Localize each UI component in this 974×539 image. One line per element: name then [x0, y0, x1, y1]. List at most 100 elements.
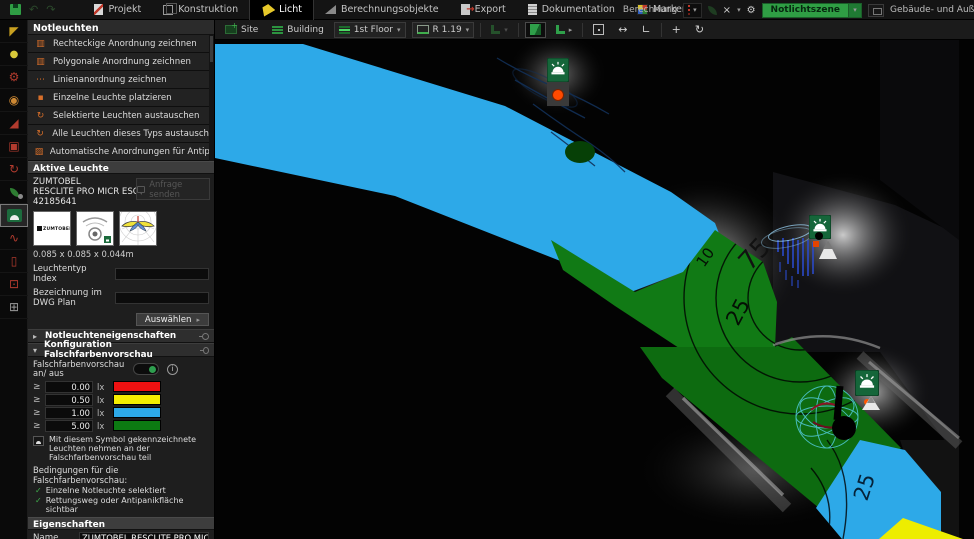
- menu-scrollbar[interactable]: [209, 35, 214, 161]
- zoom-fit-button[interactable]: [589, 22, 608, 38]
- measure-horizontal-button[interactable]: ↔: [614, 22, 631, 38]
- type-index-input[interactable]: [115, 268, 209, 280]
- threshold-value-input[interactable]: 0.50: [45, 394, 93, 406]
- color-swatch-blue[interactable]: [113, 407, 161, 418]
- check-icon: ✓: [35, 496, 42, 514]
- info-icon[interactable]: i: [167, 364, 178, 375]
- toggle-knob: [149, 366, 156, 373]
- leaf-icon: [10, 188, 19, 197]
- dwg-name-label: Bezeichnung im DWG Plan: [33, 288, 111, 308]
- calculation-mode-button[interactable]: ▾: [683, 3, 702, 18]
- color-circles-tool-icon[interactable]: ◉: [0, 89, 28, 112]
- threshold-value-input[interactable]: 1.00: [45, 407, 93, 419]
- chevron-down-icon[interactable]: ▾: [849, 3, 862, 18]
- pin-icon[interactable]: [203, 347, 209, 354]
- condition-item: Einzelne Notleuchte selektiert: [46, 486, 166, 495]
- adjust-tool-icon[interactable]: ↻: [0, 158, 28, 181]
- auto-arrangement-icon: ▨: [34, 147, 44, 157]
- chevron-down-icon[interactable]: ▾: [737, 6, 741, 14]
- redo-icon[interactable]: ↷: [46, 4, 55, 15]
- menu-item-polygonal-arrangement[interactable]: ▥Polygonale Anordnung zeichnen: [28, 53, 214, 71]
- menu-item-line-arrangement[interactable]: ⋯Linienanordnung zeichnen: [28, 71, 214, 89]
- tab-licht[interactable]: Licht: [249, 0, 314, 20]
- view-options-button[interactable]: [868, 4, 884, 17]
- menu-item-place-single[interactable]: ▪Einzelne Leuchte platzieren: [28, 89, 214, 107]
- wrench-tool-icon[interactable]: ⚙: [0, 66, 28, 89]
- measure-angle-button[interactable]: ∟: [637, 22, 654, 38]
- section-properties: Eigenschaften: [28, 517, 214, 530]
- cancel-calculation-icon[interactable]: ×: [723, 5, 731, 16]
- send-request-button[interactable]: Anfrage senden: [136, 178, 210, 200]
- pin-icon[interactable]: [202, 333, 209, 340]
- refresh-view-button[interactable]: ↻: [691, 22, 708, 38]
- tab-export[interactable]: Export: [450, 0, 517, 20]
- brand-logo-thumbnail[interactable]: ZUMTOBEL: [33, 211, 71, 246]
- color-swatch-red[interactable]: [113, 381, 161, 392]
- menu-item-replace-selected[interactable]: ↻Selektierte Leuchten austauschen: [28, 107, 214, 125]
- plan-view-icon: [556, 25, 565, 34]
- menu-item-auto-antipanic[interactable]: ▨Automatische Anordnungen für Antipanikf…: [28, 143, 214, 161]
- menu-item-rectangular-arrangement[interactable]: ▥Rechteckige Anordnung zeichnen: [28, 35, 214, 53]
- luminaire-dimensions: 0.085 x 0.085 x 0.044m: [28, 248, 214, 262]
- select-luminaire-button[interactable]: Auswählen▸: [136, 313, 209, 326]
- photometric-diagram-thumbnail[interactable]: [119, 211, 157, 246]
- add-button[interactable]: +: [668, 22, 685, 38]
- section-falsecolor-config[interactable]: ▾ Konfiguration Falschfarbenvorschau: [28, 343, 214, 357]
- site-icon: [225, 25, 237, 34]
- ribbon-tabs: Projekt Konstruktion Licht Berechnungsob…: [83, 0, 698, 20]
- cut-tool-icon[interactable]: ◢: [0, 112, 28, 135]
- bulb-tool-icon[interactable]: ●: [0, 43, 28, 66]
- building-button[interactable]: Building: [268, 22, 328, 38]
- emergency-luminaire-icon: [7, 209, 22, 222]
- spotlight-tool-icon[interactable]: ◤: [0, 20, 28, 43]
- viewport-3d-scene[interactable]: 10 75 25 25: [215, 40, 974, 539]
- room-selector[interactable]: R 1.19▾: [412, 22, 475, 38]
- curve-tool-icon[interactable]: ∿: [0, 227, 28, 250]
- view-mode-button-disabled[interactable]: ▾: [487, 22, 512, 38]
- frame-select-tool-icon[interactable]: ⊡: [0, 273, 28, 296]
- name-input[interactable]: ZUMTOBEL RESCLITE PRO MICR ESC E1D WH [S: [79, 532, 209, 539]
- chevron-down-icon: ▾: [693, 6, 697, 14]
- speech-bubble-icon: [137, 186, 145, 193]
- solid-cube-icon: [530, 24, 541, 35]
- site-button[interactable]: Site: [221, 22, 262, 38]
- luminaire-symbol-1[interactable]: [547, 58, 569, 106]
- floor-selector[interactable]: 1st Floor▾: [334, 22, 406, 38]
- column-tool-icon[interactable]: ▯: [0, 250, 28, 273]
- export-icon: [461, 4, 470, 15]
- menu-item-replace-all-of-type[interactable]: ↻Alle Leuchten dieses Typs austauschen: [28, 125, 214, 143]
- color-swatch-yellow[interactable]: [113, 394, 161, 405]
- solid-view-button[interactable]: [525, 22, 546, 38]
- replace-selected-icon: ↻: [34, 111, 47, 121]
- tab-konstruktion[interactable]: Konstruktion: [152, 0, 249, 20]
- scrollbar-thumb[interactable]: [210, 36, 213, 62]
- hierarchy-tool-icon[interactable]: ⊞: [0, 296, 28, 319]
- tab-berechnungsobjekte[interactable]: Berechnungsobjekte: [314, 0, 450, 20]
- undo-icon[interactable]: ↶: [29, 4, 38, 15]
- emergency-lights-panel: Notleuchten ▥Rechteckige Anordnung zeich…: [28, 20, 215, 539]
- color-swatch-green[interactable]: [113, 420, 161, 431]
- falsecolor-note: Mit diesem Symbol gekennzeichnete Leucht…: [49, 435, 209, 462]
- light-scene-button[interactable]: Notlichtszene: [762, 3, 849, 18]
- submenu-arrow-icon: ▸: [569, 26, 573, 34]
- eco-tool-icon[interactable]: [0, 181, 28, 204]
- tab-dokumentation[interactable]: Dokumentation: [517, 0, 626, 20]
- light-scene-selector[interactable]: Notlichtszene ▾: [762, 3, 862, 18]
- tab-projekt[interactable]: Projekt: [83, 0, 152, 20]
- falsecolor-toggle[interactable]: [133, 363, 159, 375]
- tab-label: Dokumentation: [542, 4, 615, 15]
- dwg-name-input[interactable]: [115, 292, 209, 304]
- emergency-light-tool-icon[interactable]: [0, 204, 28, 227]
- frames-tool-icon[interactable]: ▣: [0, 135, 28, 158]
- threshold-value-input[interactable]: 5.00: [45, 420, 93, 432]
- light-icon: [260, 2, 276, 16]
- settings-gear-icon[interactable]: ⚙: [747, 5, 756, 16]
- luminaire-photo-thumbnail[interactable]: [76, 211, 114, 246]
- floorplan-icon: [491, 25, 500, 34]
- threshold-value-input[interactable]: 0.00: [45, 381, 93, 393]
- viewport-3d[interactable]: 10 75 25 25: [215, 40, 974, 539]
- save-icon[interactable]: [10, 4, 21, 15]
- plan-view-button[interactable]: ▸: [552, 22, 577, 38]
- measure-angle-icon: ∟: [641, 23, 650, 36]
- tab-label: Export: [475, 4, 506, 15]
